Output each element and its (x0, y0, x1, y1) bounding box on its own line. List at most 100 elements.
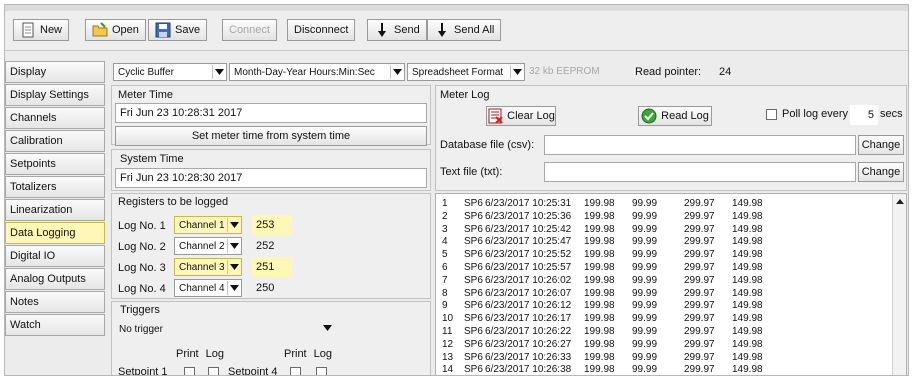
disconnect-button[interactable]: Disconnect (287, 19, 356, 41)
log-cell-datetime: 6/23/2017 10:26:27 (485, 338, 572, 350)
log-cell-v3: 299.97 (684, 236, 715, 248)
trigger-select[interactable]: No trigger (115, 320, 335, 338)
change-text-file-button[interactable]: Change (858, 162, 904, 182)
log-cell-v1: 199.98 (584, 287, 615, 299)
scroll-up-icon[interactable] (893, 196, 907, 206)
log-cell-v2: 99.99 (632, 287, 658, 299)
meter-time-panel: Meter Time Fri Jun 23 10:28:31 2017 Set … (111, 85, 431, 146)
channel-select[interactable]: Channel 4 (174, 279, 242, 297)
sidebar-item-notes[interactable]: Notes (5, 291, 105, 313)
log-cell-v4: 149.98 (732, 198, 763, 209)
setpoint-4-print-checkbox[interactable] (290, 367, 301, 375)
log-cell-v4: 149.98 (732, 313, 763, 325)
sidebar-item-display[interactable]: Display (5, 61, 105, 83)
database-file-input[interactable] (544, 135, 856, 155)
sidebar-item-channels[interactable]: Channels (5, 107, 105, 129)
log-cell-n: 8 (442, 287, 448, 299)
sidebar-item-analog-outputs[interactable]: Analog Outputs (5, 268, 105, 290)
setpoint-1-log-checkbox[interactable] (208, 367, 219, 375)
poll-log-label: Poll log every (782, 108, 849, 120)
channel-select[interactable]: Channel 3 (174, 258, 242, 276)
toolbar-top-strip (5, 5, 908, 11)
buffer-mode-select[interactable]: Cyclic Buffer (113, 63, 227, 81)
log-cell-v3: 299.97 (684, 300, 715, 312)
log-cell-v2: 99.99 (632, 262, 658, 273)
read-log-icon (641, 108, 657, 124)
file-format-select[interactable]: Spreadsheet Format (407, 63, 525, 81)
file-format-value: Spreadsheet Format (412, 66, 504, 78)
open-button[interactable]: Open (85, 19, 146, 41)
setpoint-4-label: Setpoint 4 (228, 366, 278, 376)
log-cell-v1: 199.98 (584, 338, 615, 350)
log-cell-v4: 149.98 (732, 236, 763, 248)
log-cell-datetime: 6/23/2017 10:25:47 (485, 236, 572, 248)
read-log-button[interactable]: Read Log (638, 106, 712, 126)
log-row-label: Log No. 4 (118, 283, 166, 295)
change-database-file-button[interactable]: Change (858, 135, 904, 155)
sidebar-item-digital-io[interactable]: Digital IO (5, 245, 105, 267)
save-button[interactable]: Save (148, 19, 208, 41)
chevron-down-icon (227, 260, 240, 274)
log-cell-tag: SP6 (464, 249, 483, 261)
sidebar-item-data-logging[interactable]: Data Logging (5, 222, 105, 244)
chevron-down-icon (212, 65, 225, 79)
sidebar-item-label: Notes (10, 296, 39, 308)
log-cell-tag: SP6 (464, 351, 483, 363)
sidebar-item-linearization[interactable]: Linearization (5, 199, 105, 221)
log-cell-v4: 149.98 (732, 274, 763, 286)
log-cell-v3: 299.97 (684, 249, 715, 261)
log-cell-n: 4 (442, 236, 448, 248)
system-time-title: System Time (120, 153, 184, 165)
channel-select[interactable]: Channel 1 (174, 216, 242, 234)
log-scrollbar[interactable] (892, 194, 907, 375)
send-all-button[interactable]: Send All (427, 19, 502, 41)
channel-select[interactable]: Channel 2 (174, 237, 242, 255)
log-cell-v3: 299.97 (684, 287, 715, 299)
sidebar-item-label: Display (10, 66, 47, 78)
setpoint-4-log-checkbox[interactable] (316, 367, 327, 375)
log-cell-v4: 149.98 (732, 351, 763, 363)
log-cell-v4: 149.98 (732, 364, 763, 376)
log-cell-v2: 99.99 (632, 274, 658, 286)
open-folder-icon (92, 22, 108, 38)
sidebar-item-label: Display Settings (10, 89, 89, 101)
log-cell-n: 1 (442, 198, 448, 209)
sidebar-item-display-settings[interactable]: Display Settings (5, 84, 105, 106)
sidebar-item-watch[interactable]: Watch (5, 314, 105, 336)
down-arrow-icon (374, 22, 390, 38)
sidebar-item-label: Watch (10, 319, 41, 331)
log-cell-n: 7 (442, 274, 448, 286)
sidebar-item-setpoints[interactable]: Setpoints (5, 153, 105, 175)
log-cell-v3: 299.97 (684, 210, 715, 222)
connect-button[interactable]: Connect (222, 19, 277, 41)
log-cell-v3: 299.97 (684, 351, 715, 363)
register-value: 250 (256, 282, 275, 294)
log-cell-v2: 99.99 (632, 236, 658, 248)
set-meter-time-button[interactable]: Set meter time from system time (115, 126, 427, 146)
system-time-panel: System Time Fri Jun 23 10:28:30 2017 (111, 149, 431, 191)
send-button[interactable]: Send (367, 19, 427, 41)
poll-log-checkbox[interactable] (766, 109, 777, 120)
date-format-select[interactable]: Month-Day-Year Hours:Min:Sec (229, 63, 405, 81)
triggers-panel: Triggers No trigger Print Log Print Log … (111, 301, 431, 376)
setpoint-1-print-checkbox[interactable] (184, 367, 195, 375)
registers-title: Registers to be logged (118, 196, 229, 208)
meter-time-field[interactable]: Fri Jun 23 10:28:31 2017 (115, 103, 427, 123)
poll-interval-input[interactable]: 5 (850, 105, 878, 125)
new-button[interactable]: New (13, 19, 70, 41)
text-file-input[interactable] (544, 162, 856, 182)
log-cell-n: 3 (442, 223, 448, 235)
log-cell-v2: 99.99 (632, 364, 658, 376)
sidebar-item-label: Linearization (10, 204, 73, 216)
log-cell-v1: 199.98 (584, 210, 615, 222)
log-cell-v2: 99.99 (632, 351, 658, 363)
log-list[interactable]: 1 SP6 6/23/2017 10:25:31 199.98 99.99 299.97 1… (435, 193, 907, 376)
clear-log-button[interactable]: Clear Log (486, 106, 556, 126)
log-cell-datetime: 6/23/2017 10:26:22 (485, 326, 572, 337)
sidebar-item-calibration[interactable]: Calibration (5, 130, 105, 152)
log-cell-tag: SP6 (464, 274, 483, 286)
system-time-field[interactable]: Fri Jun 23 10:28:30 2017 (115, 168, 427, 188)
read-log-label: Read Log (661, 110, 709, 122)
sidebar-item-totalizers[interactable]: Totalizers (5, 176, 105, 198)
poll-unit-label: secs (880, 108, 903, 120)
